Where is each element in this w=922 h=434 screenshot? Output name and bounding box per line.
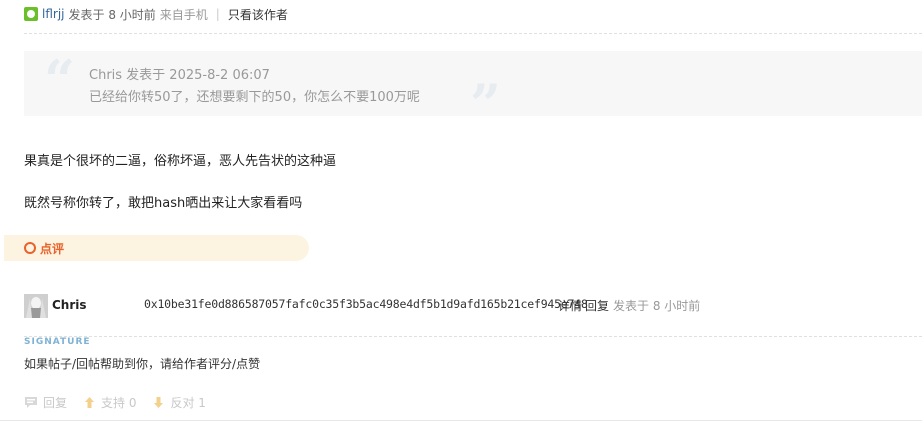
ring-icon xyxy=(24,242,36,254)
post-bottom-border xyxy=(0,420,922,421)
quote-text: 已经给你转50了，还想要剩下的50，你怎么不要100万呢 xyxy=(89,90,420,105)
post-actions: 回复 支持 0 反对 1 xyxy=(24,393,222,411)
thumbs-down-icon xyxy=(154,396,164,408)
header-separator: | xyxy=(215,7,220,21)
comment-author[interactable]: Chris xyxy=(52,298,87,312)
comment-label: 点评 xyxy=(40,241,65,256)
reply-link[interactable]: 回复 xyxy=(585,297,609,314)
detail-link[interactable]: 详情 xyxy=(558,297,582,314)
thumbs-up-icon xyxy=(85,396,95,408)
post-source: 来自手机 xyxy=(159,7,208,22)
post-header: lflrjj 发表于 8 小时前 来自手机 | 只看该作者 xyxy=(24,5,288,23)
close-quote-icon: ” xyxy=(470,72,502,136)
signature-divider xyxy=(24,336,922,337)
comment-time: 发表于 8 小时前 xyxy=(613,299,701,313)
oppose-label: 反对 1 xyxy=(170,395,206,410)
signature-text: 如果帖子/回帖帮助到你，请给作者评分/点赞 xyxy=(24,357,261,371)
comment-button[interactable]: 点评 xyxy=(4,235,309,261)
forum-post: lflrjj 发表于 8 小时前 来自手机 | 只看该作者 “ Chris 发表… xyxy=(0,0,922,434)
author-link[interactable]: lflrjj xyxy=(42,7,65,21)
signature-title: SIGNATURE xyxy=(24,337,91,347)
support-button[interactable]: 支持 0 xyxy=(83,394,136,411)
open-quote-icon: “ xyxy=(44,48,76,112)
post-body-line-1: 果真是个很坏的二逼，俗称坏逼，恶人先告状的这种逼 xyxy=(24,154,337,169)
online-status-icon xyxy=(24,7,38,21)
header-divider xyxy=(24,33,922,34)
reply-button[interactable]: 回复 xyxy=(24,394,67,411)
reply-label: 回复 xyxy=(43,395,68,410)
support-label: 支持 0 xyxy=(101,395,137,410)
comment-text: 0x10be31fe0d886587057fafc0c35f3b5ac498e4… xyxy=(144,297,588,311)
only-author-link[interactable]: 只看该作者 xyxy=(228,6,288,23)
post-time: 发表于 8 小时前 xyxy=(68,7,156,22)
post-body-line-2: 既然号称你转了，敢把hash晒出来让大家看看吗 xyxy=(24,196,303,211)
avatar[interactable] xyxy=(24,294,48,318)
quote-meta: Chris 发表于 2025-8-2 06:07 xyxy=(89,68,270,83)
comment-row: Chris 0x10be31fe0d886587057fafc0c35f3b5a… xyxy=(24,294,922,318)
quote-block: “ Chris 发表于 2025-8-2 06:07 已经给你转50了，还想要剩… xyxy=(24,48,922,131)
speech-bubble-icon xyxy=(25,396,37,408)
oppose-button[interactable]: 反对 1 xyxy=(152,394,206,411)
